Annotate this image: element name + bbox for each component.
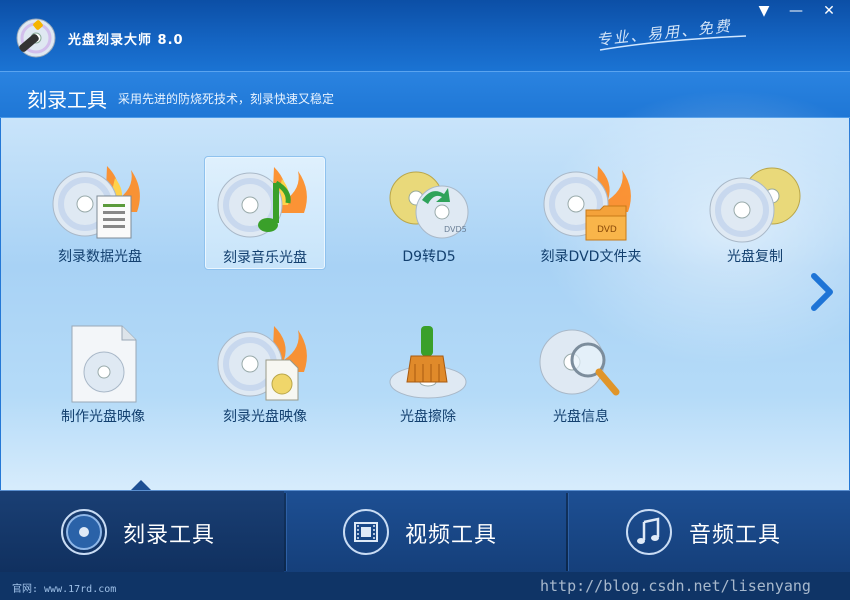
svg-text:DVD5: DVD5: [444, 225, 467, 234]
d9-to-d5-icon: DVD5: [389, 171, 469, 239]
tool-label: 光盘擦除: [400, 409, 456, 425]
make-image-icon: [71, 325, 137, 403]
music-note-icon: [626, 509, 672, 555]
tool-burn-dvd-folder[interactable]: DVD 刻录DVD文件夹: [531, 156, 651, 268]
disc-info-icon: [539, 329, 620, 396]
data-disc-icon: [52, 166, 140, 239]
tool-label: 刻录音乐光盘: [223, 250, 307, 266]
minimize-button[interactable]: —: [784, 2, 808, 20]
official-site-link[interactable]: 官网: www.17rd.com: [12, 580, 116, 595]
tool-label: 刻录DVD文件夹: [540, 249, 642, 265]
close-button[interactable]: ✕: [817, 2, 841, 20]
film-icon: [343, 509, 389, 555]
disc-icon: [61, 509, 107, 555]
tool-burn-music-disc[interactable]: 刻录音乐光盘: [204, 156, 326, 270]
disc-erase-icon: [389, 326, 467, 399]
svg-text:DVD: DVD: [597, 225, 617, 235]
tab-audio-tools[interactable]: 音频工具: [568, 491, 850, 573]
menu-dropdown-button[interactable]: ▼: [752, 2, 776, 20]
disc-copy-icon: [709, 167, 801, 243]
music-disc-icon: [217, 167, 307, 238]
tab-label: 音频工具: [689, 523, 782, 548]
tool-make-disc-image[interactable]: 制作光盘映像: [43, 316, 163, 428]
section-subtitle: 采用先进的防烧死技术，刻录快速又稳定: [118, 92, 335, 106]
tab-burn-tools[interactable]: 刻录工具: [0, 491, 284, 573]
bottom-tab-bar: 刻录工具 视频工具 音频工具: [0, 490, 850, 573]
app-window: 光盘刻录大师 8.0 专业、易用、免费 ▼ — ✕ 刻录工具 采用先进的防烧死技…: [0, 0, 850, 600]
tool-label: 刻录数据光盘: [58, 249, 142, 265]
tab-label: 视频工具: [405, 523, 498, 548]
tool-label: 刻录光盘映像: [223, 409, 307, 425]
tool-d9-to-d5[interactable]: DVD5 D9转D5: [369, 156, 489, 268]
slogan-swoosh: [599, 35, 747, 51]
tool-disc-erase[interactable]: 光盘擦除: [368, 316, 488, 428]
tool-disc-info[interactable]: 光盘信息: [521, 316, 641, 428]
status-bar: 官网: www.17rd.com http://blog.csdn.net/li…: [0, 572, 850, 600]
tool-label: D9转D5: [402, 249, 456, 265]
tab-label: 刻录工具: [123, 523, 216, 548]
app-title: 光盘刻录大师 8.0: [68, 33, 184, 48]
tool-label: 制作光盘映像: [61, 409, 145, 425]
section-title: 刻录工具: [27, 88, 107, 112]
next-page-arrow-icon[interactable]: [808, 272, 836, 312]
tool-burn-data-disc[interactable]: 刻录数据光盘: [40, 156, 160, 268]
burn-image-icon: [217, 326, 307, 401]
watermark: http://blog.csdn.net/lisenyang: [540, 577, 811, 595]
tool-disc-copy[interactable]: 光盘复制: [695, 156, 815, 268]
tab-video-tools[interactable]: 视频工具: [286, 491, 566, 573]
tool-label: 光盘复制: [727, 249, 783, 265]
tool-burn-disc-image[interactable]: 刻录光盘映像: [205, 316, 325, 428]
dvd-folder-icon: DVD: [543, 166, 631, 241]
title-bar: 光盘刻录大师 8.0 专业、易用、免费 ▼ — ✕: [0, 0, 850, 72]
app-logo-icon: [16, 18, 56, 58]
tool-panel: 刻录数据光盘 刻录音乐光盘 DVD5 D9转D5 DVD 刻录DVD文件夹 光盘…: [1, 78, 850, 490]
tool-label: 光盘信息: [553, 409, 609, 425]
